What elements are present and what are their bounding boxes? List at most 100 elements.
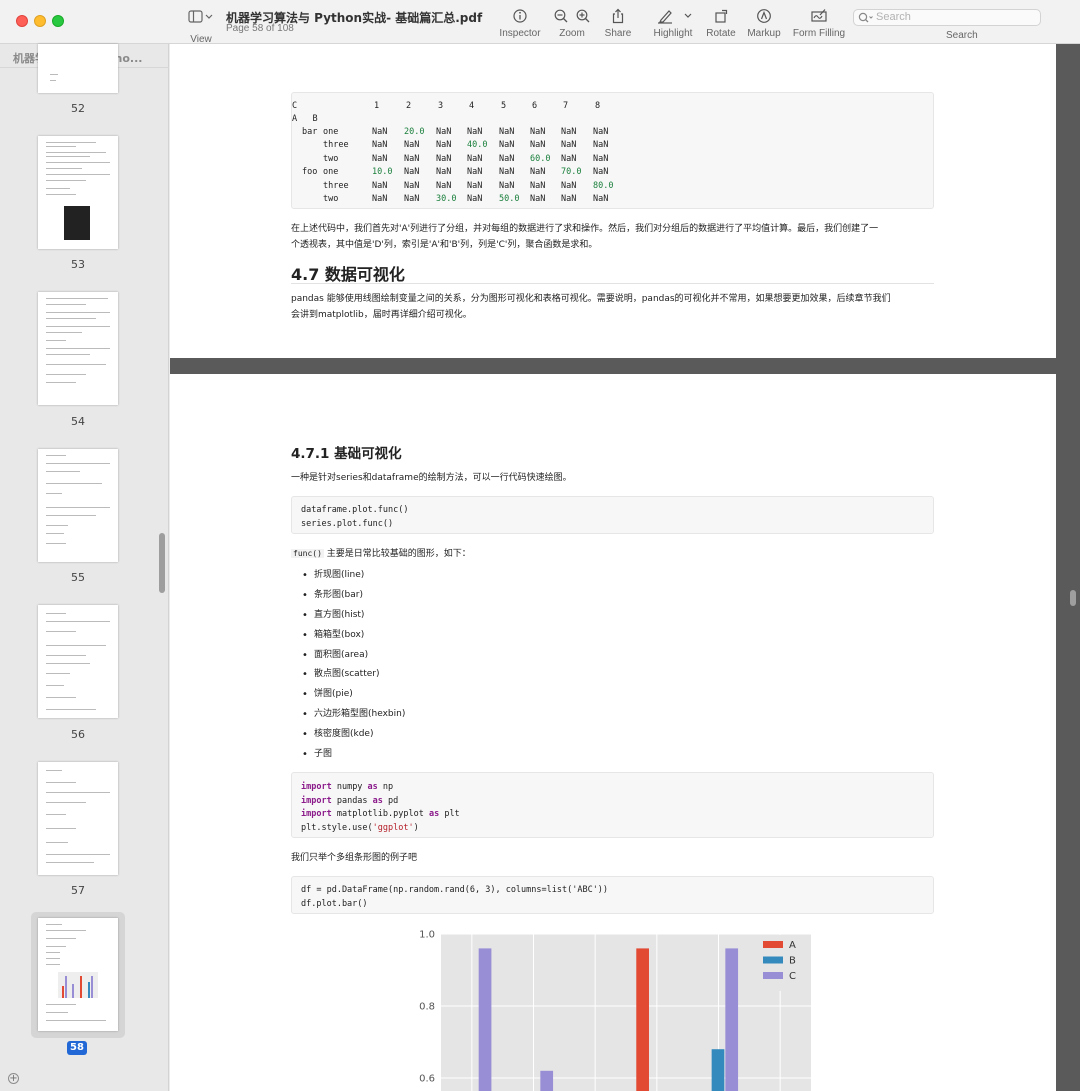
paragraph-line: 会讲到matplotlib，届时再详细介绍可视化。 [291,310,472,320]
thumbnail-page-58[interactable] [38,918,118,1031]
pivot-cell: NaN [530,127,546,137]
pivot-header-ab: A B [292,114,318,124]
thumbnail-page-54[interactable] [38,292,118,405]
list-item: 面积图(area) [302,646,405,666]
code-block-plot-func: dataframe.plot.func() series.plot.func() [291,496,934,534]
highlight-button[interactable]: Highlight [650,8,696,39]
form-filling-button[interactable]: Form Filling [792,8,846,39]
pivot-cell: NaN [593,127,609,137]
pivot-row-b: three [323,140,349,151]
pivot-cell: NaN [561,180,577,191]
chart-y-tick-label: 0.8 [419,1002,435,1013]
pivot-cell: NaN [404,140,420,151]
example-text: 我们只举个多组条形图的例子吧 [291,853,418,863]
chart-bar-C [725,948,739,1091]
form-filling-label: Form Filling [792,28,846,39]
pivot-cell: NaN [561,194,577,204]
share-button[interactable]: Share [602,8,634,39]
rotate-button[interactable]: Rotate [704,8,738,39]
code-line: df.plot.bar() [301,898,368,909]
pivot-cell: NaN [404,194,420,204]
thumbnail-page-55[interactable] [38,449,118,562]
sidebar-scrollbar[interactable] [159,533,165,593]
chart-bar-A [636,948,649,1091]
thumbnail-page-57[interactable] [38,762,118,875]
pivot-cell: NaN [372,140,388,151]
thumbnail-label-58: 58 [67,1041,87,1055]
pivot-cell: 30.0 [436,194,457,204]
pivot-cell: NaN [593,167,609,178]
thumbnail-label-56: 56 [71,728,85,741]
pivot-cell: NaN [372,127,388,137]
pivot-col: 4 [469,101,475,111]
document-scrollbar[interactable] [1070,590,1076,606]
chart-legend-swatch [763,941,783,948]
pivot-cell: NaN [530,167,546,178]
markup-button[interactable]: Markup [746,8,782,39]
pivot-cell: NaN [593,153,609,164]
pivot-cell: NaN [593,194,609,204]
pivot-cell: NaN [436,180,452,191]
thumbnail-page-53[interactable] [38,136,118,249]
form-signature-icon [811,9,827,22]
toolbar: View 机器学习算法与 Python实战- 基础篇汇总.pdf Page 58… [0,0,1080,45]
pivot-cell: NaN [499,180,515,191]
pivot-cell: NaN [530,194,546,204]
func-description-text: 主要是日常比较基础的图形，如下： [326,549,471,559]
pivot-cell: NaN [404,167,420,178]
pivot-cell: 20.0 [404,127,425,137]
pivot-cell: NaN [530,140,546,151]
pivot-row-b: three [323,180,349,191]
thumbnail-page-52[interactable] [38,44,118,93]
pivot-col: 5 [501,101,507,111]
thumbnail-page-56[interactable] [38,605,118,718]
markup-pen-icon [757,9,771,23]
zoom-window-button[interactable] [52,15,64,27]
pivot-cell: NaN [436,153,452,164]
add-page-icon[interactable]: + [8,1073,19,1084]
paragraph-visualization: pandas 能够使用线图绘制变量之间的关系，分为图形可视化和表格可视化。需要说… [291,291,936,323]
pivot-cell: NaN [467,153,483,164]
minimize-window-button[interactable] [34,15,46,27]
inline-code: func() [291,549,324,558]
pivot-output-block: C 1 2 3 4 5 6 7 8 A B bar one NaN 20.0 NaN Na… [291,92,934,209]
pivot-cell: NaN [499,140,515,151]
thumbnail-label-54: 54 [71,415,85,428]
pivot-col: 6 [532,101,538,111]
pivot-cell: 50.0 [499,194,520,204]
pivot-cell: NaN [436,167,452,178]
code-line: import matplotlib.pyplot as plt [301,809,460,819]
pivot-col: 1 [374,101,380,111]
pivot-cell: NaN [436,127,452,137]
zoom-control[interactable]: Zoom [551,8,593,39]
subsection-title: 4.7.1 基础可视化 [291,446,402,462]
info-icon [513,9,527,23]
chart-type-list: 折现图(line) 条形图(bar) 直方图(hist) 箱箱型(box) 面积… [302,566,405,765]
zoom-icons [554,9,590,23]
pivot-cell: NaN [436,140,452,151]
chart-y-tick-label: 0.6 [419,1074,435,1085]
search-label: Search [946,30,978,41]
pivot-cell: NaN [372,194,388,204]
pivot-cell: 70.0 [561,167,582,178]
pivot-cell: 40.0 [467,140,488,151]
list-item: 散点图(scatter) [302,665,405,685]
pivot-col: 2 [406,101,412,111]
search-input[interactable]: Search [853,9,1041,26]
pdf-page-57: C 1 2 3 4 5 6 7 8 A B bar one NaN 20.0 NaN Na… [170,44,1056,358]
pivot-cell: NaN [372,180,388,191]
search-icon [858,12,873,23]
pivot-row-b: two [323,194,339,204]
chart-bar-C [540,1070,554,1091]
pivot-cell: NaN [467,127,483,137]
pivot-header-c: C [292,101,298,111]
inspector-button[interactable]: Inspector [497,8,543,39]
document-view[interactable]: C 1 2 3 4 5 6 7 8 A B bar one NaN 20.0 NaN Na… [170,44,1080,1091]
close-window-button[interactable] [16,15,28,27]
list-item: 直方图(hist) [302,606,405,626]
thumbnail-label-57: 57 [71,884,85,897]
list-item: 子图 [302,745,405,765]
view-menu-button[interactable]: View [186,9,216,45]
pivot-cell: NaN [561,153,577,164]
paragraph-groupby: 在上述代码中，我们首先对'A'列进行了分组，并对每组的数据进行了求和操作。然后，… [291,221,936,253]
